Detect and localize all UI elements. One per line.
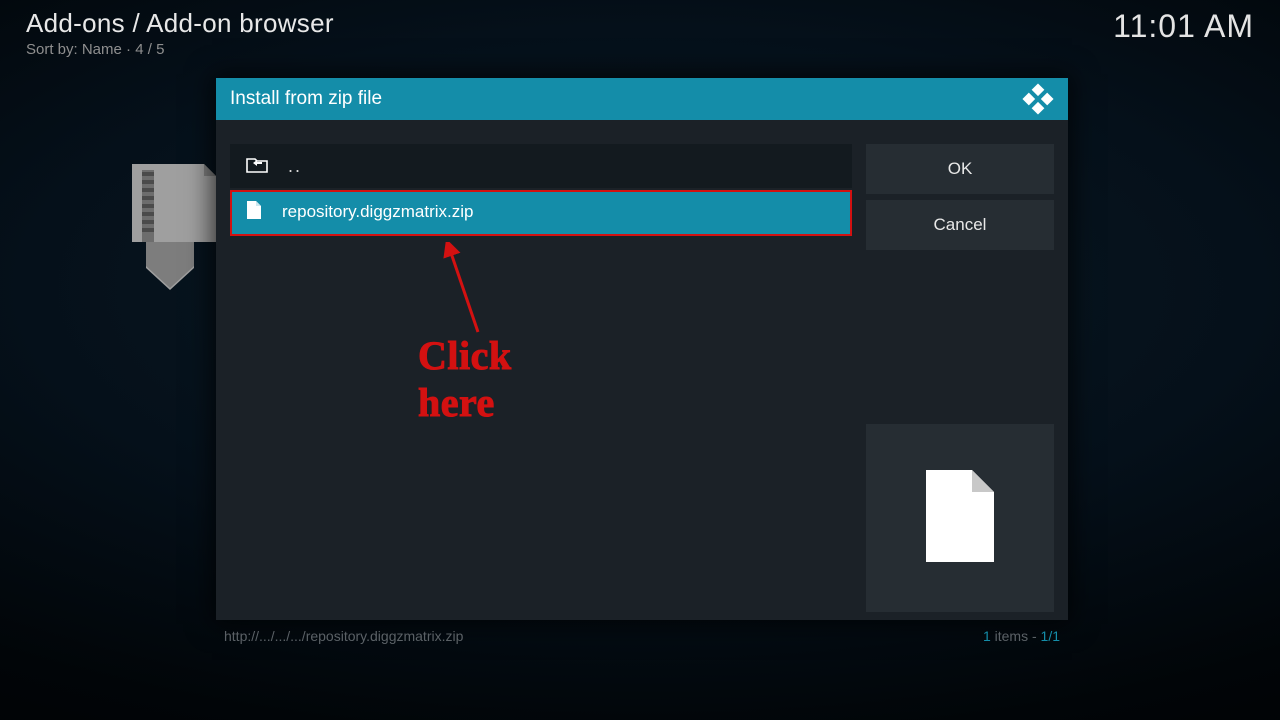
- header-left: Add-ons / Add-on browser Sort by: Name ·…: [26, 8, 334, 58]
- dialog-footer: http://.../.../.../repository.diggzmatri…: [216, 622, 1068, 650]
- dialog-right-panel: OK Cancel: [866, 144, 1054, 620]
- ok-button[interactable]: OK: [866, 144, 1054, 194]
- cancel-button[interactable]: Cancel: [866, 200, 1054, 250]
- sort-label: Sort by: Name: [26, 41, 122, 58]
- file-icon: [246, 200, 262, 225]
- kodi-logo-icon: [1022, 83, 1054, 115]
- page-title: Add-ons / Add-on browser: [26, 8, 334, 39]
- install-zip-dialog: Install from zip file: [216, 78, 1068, 620]
- dialog-title: Install from zip file: [230, 88, 382, 110]
- sort-info: Sort by: Name · 4 / 5: [26, 41, 334, 58]
- dialog-title-bar: Install from zip file: [216, 78, 1068, 120]
- parent-directory-row[interactable]: ..: [230, 144, 852, 190]
- position-indicator: 4 / 5: [135, 41, 164, 58]
- file-preview-icon: [920, 466, 1000, 571]
- footer-count: 1 items - 1/1: [983, 628, 1060, 644]
- folder-back-icon: [246, 155, 268, 178]
- file-row-repository-zip[interactable]: repository.diggzmatrix.zip: [230, 190, 852, 236]
- footer-path: http://.../.../.../repository.diggzmatri…: [224, 628, 463, 644]
- parent-dir-label: ..: [288, 156, 302, 177]
- zip-file-illustration-icon: [116, 162, 226, 317]
- file-preview-panel: [866, 424, 1054, 612]
- file-name: repository.diggzmatrix.zip: [282, 202, 473, 222]
- top-bar: Add-ons / Add-on browser Sort by: Name ·…: [0, 0, 1280, 58]
- file-list: .. repository.diggzmatrix.zip: [230, 144, 852, 620]
- clock: 11:01 AM: [1113, 8, 1254, 45]
